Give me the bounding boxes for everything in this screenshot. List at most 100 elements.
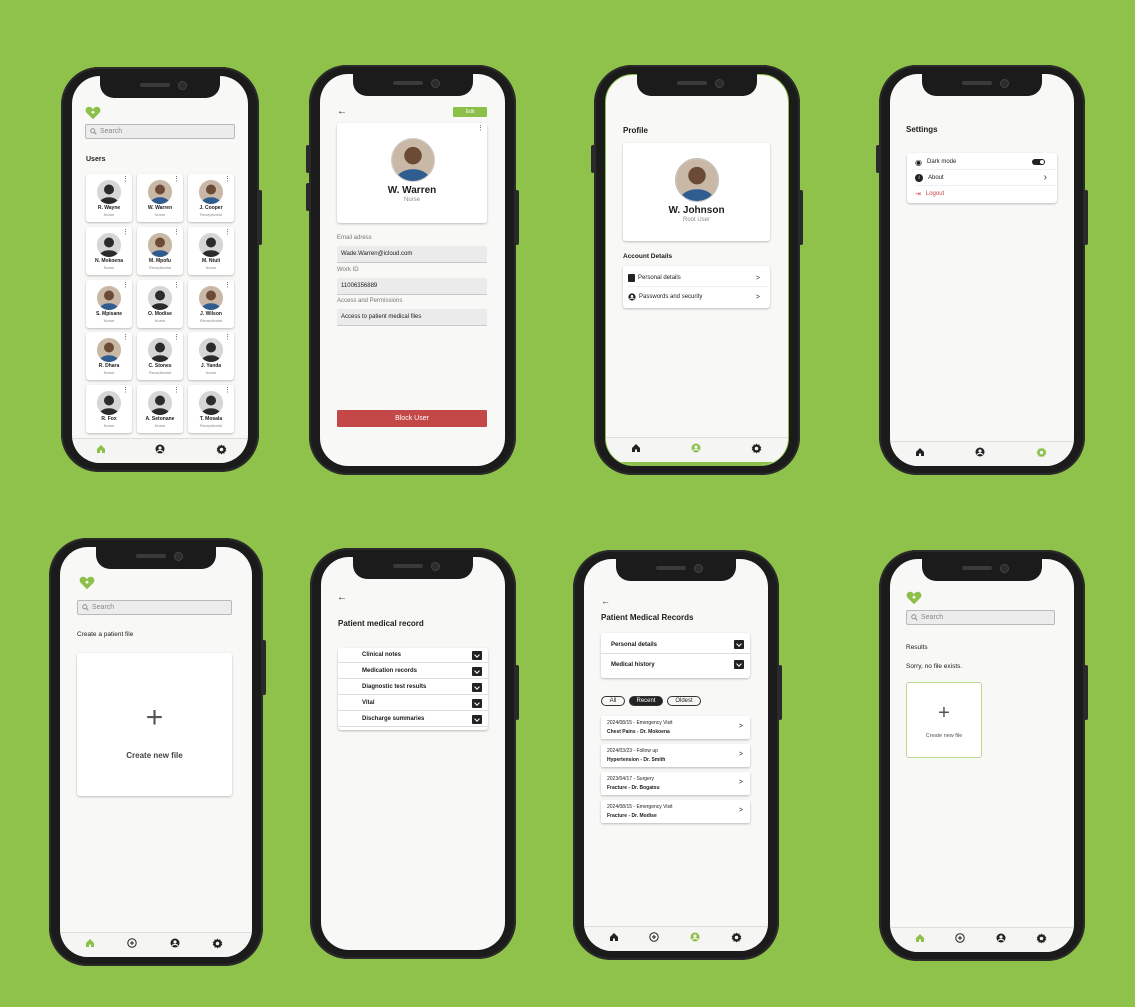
personal-details-section[interactable]: Personal details xyxy=(601,636,750,654)
settings-icon[interactable] xyxy=(1036,933,1047,944)
record-item[interactable]: 2024/08/15 - Emergency Visit Fracture - D… xyxy=(601,800,750,823)
record-date-type: 2024/08/15 - Emergency Visit xyxy=(607,720,673,726)
user-card[interactable]: ⋮ O. Modise Nurse xyxy=(137,280,183,328)
home-icon[interactable] xyxy=(631,443,641,453)
more-options-icon[interactable]: ⋮ xyxy=(173,387,180,394)
no-results-message: Sorry, no file exists. xyxy=(906,663,963,670)
personal-details-row[interactable]: Personal details > xyxy=(628,270,768,287)
block-user-button[interactable]: Block User xyxy=(337,410,487,427)
add-circle-icon[interactable] xyxy=(955,933,965,943)
chevron-down-icon xyxy=(472,667,482,676)
logout-row[interactable]: ⇥ Logout xyxy=(915,186,1055,201)
search-input[interactable]: Search xyxy=(77,600,232,615)
more-options-icon[interactable]: ⋮ xyxy=(173,334,180,341)
more-options-icon[interactable]: ⋮ xyxy=(122,176,129,183)
profile-icon[interactable] xyxy=(996,933,1006,943)
search-placeholder: Search xyxy=(100,128,123,135)
settings-icon[interactable] xyxy=(751,443,762,454)
more-options-icon[interactable]: ⋮ xyxy=(224,387,231,394)
user-card[interactable]: ⋮ R. Wayne Nurse xyxy=(86,174,132,222)
user-name: M. Mpofu xyxy=(149,258,171,264)
user-card[interactable]: ⋮ J. Cooper Receptionist xyxy=(188,174,234,222)
more-options-icon[interactable]: ⋮ xyxy=(173,229,180,236)
logout-icon: ⇥ xyxy=(915,190,921,198)
screen: Search Create a patient file + Create ne… xyxy=(60,547,252,957)
record-item[interactable]: 2023/04/17 - Surgery Fracture - Dr. Bogat… xyxy=(601,772,750,795)
profile-icon[interactable] xyxy=(691,443,701,453)
page-title: Patient medical record xyxy=(338,619,424,628)
create-new-file-card[interactable]: + Create new file xyxy=(906,682,982,758)
more-options-icon[interactable]: ⋮ xyxy=(224,334,231,341)
more-options-icon[interactable]: ⋮ xyxy=(173,176,180,183)
record-section-row[interactable]: Discharge summaries xyxy=(338,712,488,727)
settings-icon[interactable] xyxy=(216,444,227,455)
profile-icon[interactable] xyxy=(155,444,165,454)
user-role: Nurse xyxy=(103,370,115,375)
search-input[interactable]: Search xyxy=(85,124,235,139)
add-circle-icon[interactable] xyxy=(649,932,659,942)
more-options-icon[interactable]: ⋮ xyxy=(173,282,180,289)
more-options-icon[interactable]: ⋮ xyxy=(224,229,231,236)
heart-logo-icon xyxy=(79,576,95,590)
user-card[interactable]: ⋮ R. Dhara Nurse xyxy=(86,332,132,380)
create-new-file-card[interactable]: + Create new file xyxy=(77,653,232,796)
profile-icon[interactable] xyxy=(690,932,700,942)
email-field[interactable]: Wade.Warren@icloud.com xyxy=(337,246,487,263)
chevron-right-icon: > xyxy=(738,723,743,730)
profile-icon[interactable] xyxy=(975,447,985,457)
record-item[interactable]: 2024/03/23 - Follow up Hypertension - Dr.… xyxy=(601,744,750,767)
home-icon[interactable] xyxy=(609,932,619,942)
more-options-icon[interactable]: ⋮ xyxy=(477,125,484,132)
passwords-security-row[interactable]: Passwords and security > xyxy=(628,289,768,305)
record-item[interactable]: 2024/08/15 - Emergency Visit Chest Pains … xyxy=(601,716,750,739)
more-options-icon[interactable]: ⋮ xyxy=(122,334,129,341)
user-card[interactable]: ⋮ S. Mpisane Nurse xyxy=(86,280,132,328)
dark-mode-toggle[interactable] xyxy=(1032,159,1045,165)
user-card[interactable]: ⋮ W. Warren Nurse xyxy=(137,174,183,222)
user-card[interactable]: ⋮ J. Yanda Nurse xyxy=(188,332,234,380)
more-options-icon[interactable]: ⋮ xyxy=(122,387,129,394)
edit-button[interactable]: Edit xyxy=(453,107,487,117)
record-section-row[interactable]: Medication records xyxy=(338,664,488,679)
settings-icon[interactable] xyxy=(731,932,742,943)
record-section-row[interactable]: Vital xyxy=(338,696,488,711)
user-card[interactable]: ⋮ T. Mosala Receptionist xyxy=(188,385,234,433)
notch xyxy=(353,557,473,579)
user-name: S. Mpisane xyxy=(95,311,123,317)
home-icon[interactable] xyxy=(915,447,925,457)
access-field[interactable]: Access to patient medical files xyxy=(337,309,487,326)
record-section-row[interactable]: Clinical notes xyxy=(338,648,488,663)
user-card[interactable]: ⋮ M. Ntuli Nurse xyxy=(188,227,234,275)
user-card[interactable]: ⋮ J. Wilson Receptionist xyxy=(188,280,234,328)
home-icon[interactable] xyxy=(915,933,925,943)
more-options-icon[interactable]: ⋮ xyxy=(224,176,231,183)
filter-oldest[interactable]: Oldest xyxy=(667,696,701,706)
more-options-icon[interactable]: ⋮ xyxy=(122,282,129,289)
back-arrow-icon[interactable]: ← xyxy=(337,106,347,117)
more-options-icon[interactable]: ⋮ xyxy=(224,282,231,289)
screen: Profile W. Johnson Root User Account Det… xyxy=(605,74,789,466)
medical-history-section[interactable]: Medical history xyxy=(601,656,750,674)
more-options-icon[interactable]: ⋮ xyxy=(122,229,129,236)
user-card[interactable]: ⋮ C. Stones Receptionist xyxy=(137,332,183,380)
home-icon[interactable] xyxy=(85,938,95,948)
about-row[interactable]: i About › xyxy=(915,170,1055,186)
settings-icon[interactable] xyxy=(212,938,223,949)
user-card[interactable]: ⋮ M. Mpofu Receptionist xyxy=(137,227,183,275)
user-card[interactable]: ⋮ A. Setonane Nurse xyxy=(137,385,183,433)
profile-icon[interactable] xyxy=(170,938,180,948)
work-id-field[interactable]: 11006356889 xyxy=(337,278,487,295)
back-arrow-icon[interactable]: ← xyxy=(601,596,610,606)
record-section-row[interactable]: Diagnostic test results xyxy=(338,680,488,695)
search-input[interactable]: Search xyxy=(906,610,1055,625)
back-arrow-icon[interactable]: ← xyxy=(337,592,347,603)
filter-all[interactable]: All xyxy=(601,696,625,706)
chevron-down-icon xyxy=(734,640,744,649)
filter-recent[interactable]: Recent xyxy=(629,696,663,706)
home-icon[interactable] xyxy=(96,444,106,454)
settings-icon[interactable] xyxy=(1036,447,1047,458)
record-detail: Fracture - Dr. Bogatsu xyxy=(607,785,660,791)
user-card[interactable]: ⋮ N. Mokoena Nurse xyxy=(86,227,132,275)
user-card[interactable]: ⋮ R. Fox Nurse xyxy=(86,385,132,433)
add-circle-icon[interactable] xyxy=(127,938,137,948)
